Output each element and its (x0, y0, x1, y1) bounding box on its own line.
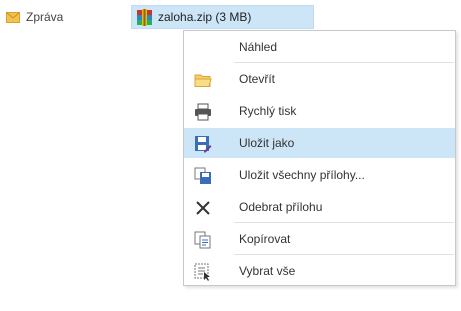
menu-item-label: Otevřít (239, 72, 276, 86)
save-all-icon (194, 167, 212, 185)
menu-item-label: Kopírovat (239, 232, 291, 246)
menu-item-save-as[interactable]: Uložit jako (184, 128, 455, 158)
message-tab[interactable]: Zpráva (6, 6, 63, 28)
menu-item-quick-print[interactable]: Rychlý tisk (184, 96, 455, 126)
menu-item-copy[interactable]: Kopírovat (184, 224, 455, 254)
attachment-chip[interactable]: zaloha.zip (3 MB) (131, 5, 314, 29)
menu-item-label: Náhled (239, 40, 278, 54)
envelope-icon (6, 11, 20, 23)
message-tab-label: Zpráva (26, 10, 64, 24)
menu-item-remove-attachment[interactable]: Odebrat přílohu (184, 192, 455, 222)
menu-separator (234, 222, 454, 223)
menu-item-label: Vybrat vše (239, 264, 296, 278)
remove-x-icon (194, 199, 212, 217)
select-all-icon (194, 263, 212, 281)
menu-item-save-all[interactable]: Uložit všechny přílohy... (184, 160, 455, 190)
menu-item-label: Rychlý tisk (239, 104, 297, 118)
menu-item-preview[interactable]: Náhled (184, 32, 455, 62)
winrar-archive-icon (136, 8, 153, 26)
menu-item-label: Odebrat přílohu (239, 200, 323, 214)
menu-separator (234, 254, 454, 255)
menu-separator (234, 62, 454, 63)
save-as-icon (194, 135, 212, 153)
copy-icon (194, 231, 212, 249)
printer-icon (194, 103, 212, 121)
attachment-label: zaloha.zip (3 MB) (158, 10, 252, 24)
context-menu: Náhled Otevřít Rychlý tisk Uložit jako U… (183, 30, 456, 286)
menu-item-select-all[interactable]: Vybrat vše (184, 256, 455, 286)
menu-item-label: Uložit všechny přílohy... (239, 168, 365, 182)
menu-item-open[interactable]: Otevřít (184, 64, 455, 94)
folder-open-icon (194, 71, 212, 89)
menu-item-label: Uložit jako (239, 136, 295, 150)
